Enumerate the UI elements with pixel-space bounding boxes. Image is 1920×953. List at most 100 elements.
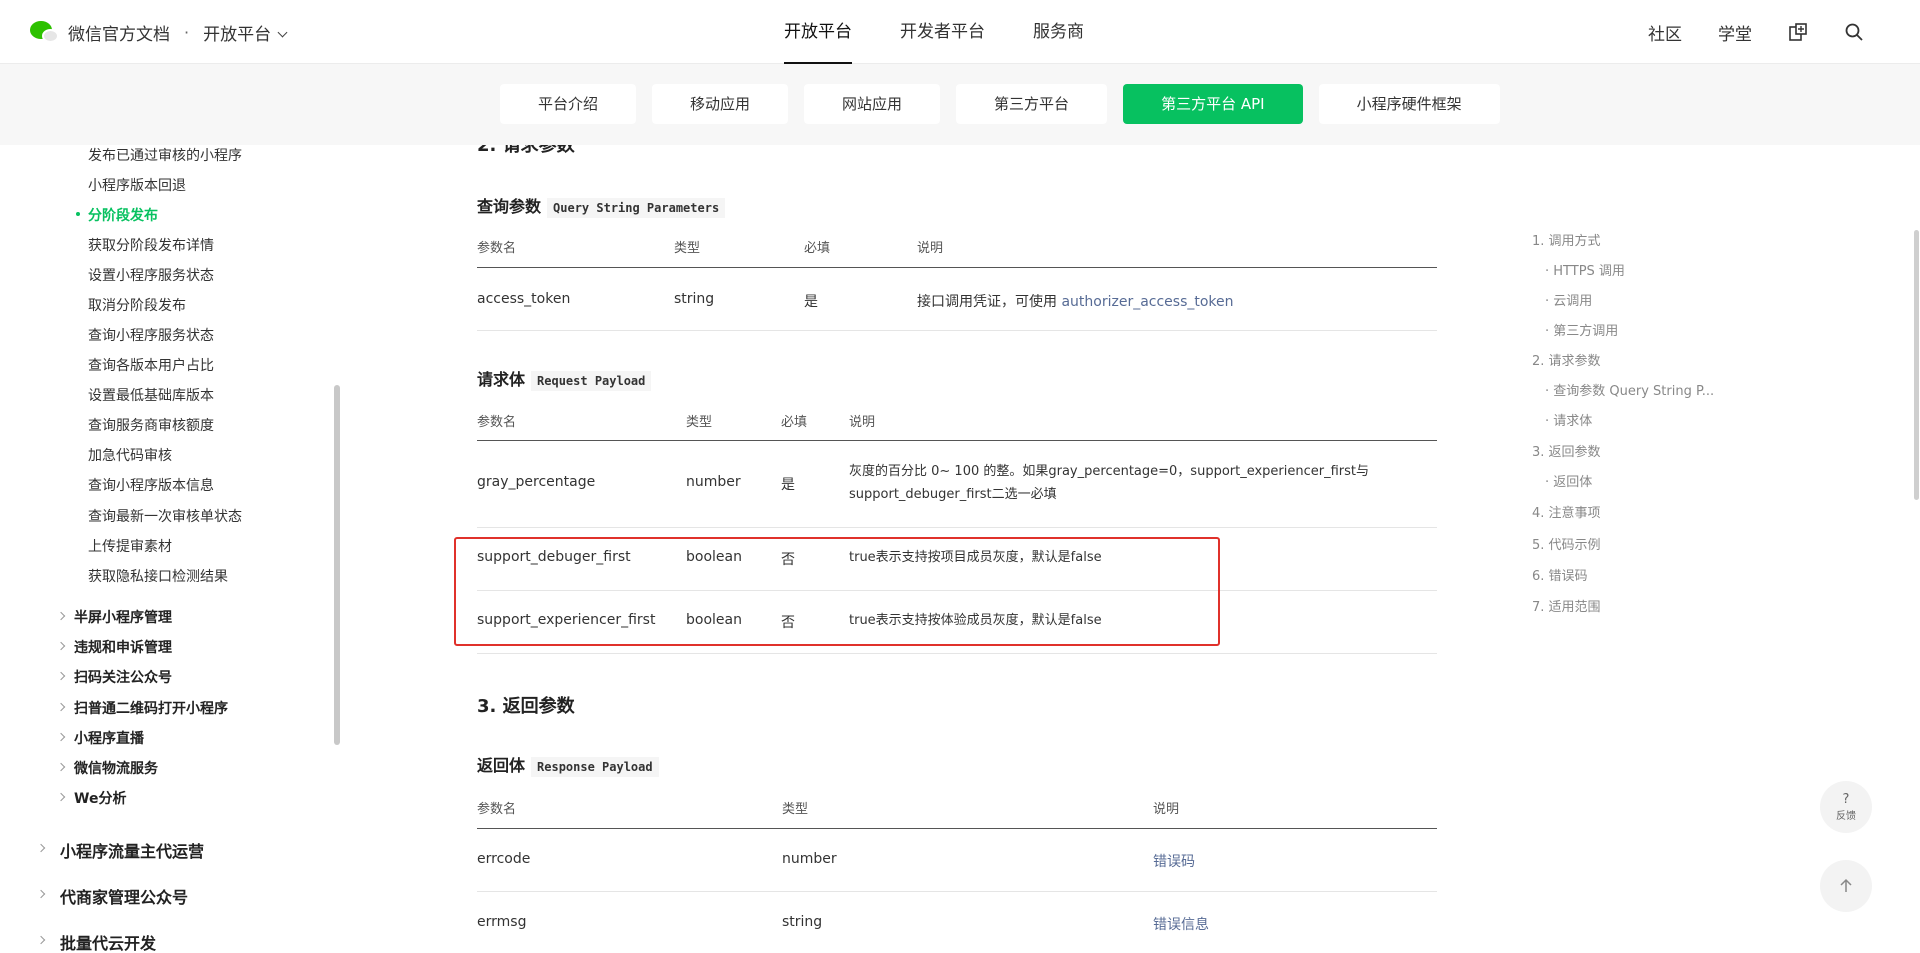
tab-hardware-framework[interactable]: 小程序硬件框架 (1318, 84, 1500, 124)
col-header: 参数名 (477, 241, 517, 256)
row-divider (477, 653, 1437, 654)
arrow-up-icon (1840, 878, 1852, 892)
chevron-right-icon (36, 843, 46, 853)
param-required: 是 (781, 477, 795, 493)
toc-item[interactable]: · 第三方调用 (1545, 320, 1618, 339)
row-divider (477, 527, 1437, 528)
query-params-title: 查询参数 Query String Parameters (477, 193, 726, 218)
academy-link[interactable]: 学堂 (1718, 20, 1752, 45)
chevron-right-icon (56, 671, 66, 681)
sidebar-item[interactable]: 查询小程序版本信息 (88, 475, 214, 495)
sidebar-item[interactable]: 查询小程序服务状态 (88, 325, 214, 345)
tab-website-app[interactable]: 网站应用 (804, 84, 941, 124)
chevron-right-icon (56, 762, 66, 772)
toc-item[interactable]: 6. 错误码 (1532, 565, 1588, 584)
param-desc-line2: support_debuger_first二选一必填 (849, 487, 1057, 502)
table-header-line (477, 828, 1437, 829)
feedback-button[interactable]: ? 反馈 (1820, 781, 1872, 833)
nav-developer-platform[interactable]: 开发者平台 (876, 0, 1009, 64)
param-name: gray_percentage (477, 474, 596, 490)
sidebar-section[interactable]: 批量代云开发 (36, 930, 156, 953)
back-to-top-button[interactable] (1820, 860, 1872, 912)
top-bar: 微信官方文档 · 开放平台 开放平台 开发者平台 服务商 社区 学堂 (0, 0, 1920, 64)
nav-open-platform[interactable]: 开放平台 (760, 0, 876, 64)
header-right: 社区 学堂 (1648, 0, 1864, 64)
col-header: 说明 (1153, 802, 1180, 817)
sidebar-scrollbar[interactable] (334, 385, 340, 745)
sidebar-item[interactable]: 发布已通过审核的小程序 (88, 145, 242, 165)
section-heading-return: 3. 返回参数 (477, 696, 575, 717)
sidebar-item[interactable]: 上传提审素材 (88, 536, 172, 556)
col-header: 说明 (849, 415, 876, 430)
tab-third-party-api[interactable]: 第三方平台 API (1123, 84, 1303, 124)
toc-item[interactable]: · 查询参数 Query String P... (1545, 380, 1714, 399)
toc-item[interactable]: 5. 代码示例 (1532, 534, 1601, 553)
response-body-title: 返回体 Response Payload (477, 752, 659, 777)
param-desc: 灰度的百分比 0~ 100 的整。如果gray_percentage=0，sup… (849, 464, 1370, 479)
col-header: 参数名 (477, 802, 517, 817)
sidebar-item[interactable]: 小程序版本回退 (88, 175, 186, 195)
sidebar-group[interactable]: 微信物流服务 (56, 758, 158, 778)
sidebar-item[interactable]: 加急代码审核 (88, 445, 172, 465)
sidebar-group[interactable]: 扫码关注公众号 (56, 667, 172, 687)
toc-item[interactable]: 4. 注意事项 (1532, 502, 1601, 521)
col-header: 类型 (782, 802, 809, 817)
param-name: errmsg (477, 914, 527, 930)
sidebar-group[interactable]: 扫普通二维码打开小程序 (56, 698, 228, 718)
sidebar-group[interactable]: 小程序直播 (56, 728, 144, 748)
col-header: 必填 (804, 241, 831, 256)
toc-item[interactable]: 3. 返回参数 (1532, 441, 1601, 460)
errmsg-link[interactable]: 错误信息 (1153, 914, 1209, 934)
sidebar-item[interactable]: 查询服务商审核额度 (88, 415, 214, 435)
sidebar-item[interactable]: 查询各版本用户占比 (88, 355, 214, 375)
col-header: 说明 (917, 241, 944, 256)
logo[interactable]: 微信官方文档 · 开放平台 (30, 20, 288, 45)
param-desc: 接口调用凭证，可使用 authorizer_access_token (917, 294, 1234, 310)
chevron-right-icon (36, 889, 46, 899)
platform-dropdown[interactable]: 开放平台 (203, 20, 288, 45)
sidebar-group[interactable]: We分析 (56, 788, 126, 808)
sub-nav: 平台介绍 移动应用 网站应用 第三方平台 第三方平台 API 小程序硬件框架 (0, 64, 1920, 145)
sidebar-item[interactable]: 设置小程序服务状态 (88, 265, 214, 285)
table-header-line (477, 267, 1437, 268)
sidebar-item[interactable]: 查询最新一次审核单状态 (88, 506, 242, 526)
page-scrollbar[interactable] (1914, 230, 1919, 500)
sidebar-section[interactable]: 小程序流量主代运营 (36, 838, 204, 862)
toc-item[interactable]: · 云调用 (1545, 290, 1592, 309)
sidebar-group[interactable]: 半屏小程序管理 (56, 607, 172, 627)
sidebar-item[interactable]: 设置最低基础库版本 (88, 385, 214, 405)
toc-item[interactable]: · 请求体 (1545, 410, 1592, 429)
sidebar-item[interactable]: 获取隐私接口检测结果 (88, 566, 228, 586)
errcode-link[interactable]: 错误码 (1153, 851, 1195, 871)
row-divider (477, 330, 1437, 331)
toc-item[interactable]: 1. 调用方式 (1532, 230, 1601, 249)
sidebar-item[interactable]: 获取分阶段发布详情 (88, 235, 214, 255)
sidebar-section[interactable]: 代商家管理公众号 (36, 884, 188, 908)
brand-title[interactable]: 微信官方文档 (68, 20, 170, 45)
param-name: errcode (477, 851, 531, 867)
chevron-right-icon (56, 702, 66, 712)
community-link[interactable]: 社区 (1648, 20, 1682, 45)
chevron-right-icon (56, 732, 66, 742)
doc-translate-icon[interactable] (1788, 22, 1808, 42)
toc-item[interactable]: 2. 请求参数 (1532, 350, 1601, 369)
tab-mobile-app[interactable]: 移动应用 (652, 84, 789, 124)
toc-item[interactable]: · 返回体 (1545, 471, 1592, 490)
param-name: access_token (477, 291, 571, 307)
toc-item[interactable]: · HTTPS 调用 (1545, 260, 1625, 279)
question-icon: ? (1842, 791, 1850, 807)
search-icon[interactable] (1844, 22, 1864, 42)
sidebar-group[interactable]: 违规和申诉管理 (56, 637, 172, 657)
tab-platform-intro[interactable]: 平台介绍 (500, 84, 637, 124)
col-header: 类型 (686, 415, 713, 430)
col-header: 参数名 (477, 415, 517, 430)
nav-service-provider[interactable]: 服务商 (1009, 0, 1108, 64)
sidebar-item-active[interactable]: 分阶段发布 (76, 205, 158, 225)
toc-item[interactable]: 7. 适用范围 (1532, 596, 1601, 615)
access-token-link[interactable]: authorizer_access_token (1061, 294, 1233, 310)
chevron-right-icon (56, 792, 66, 802)
sidebar-item[interactable]: 取消分阶段发布 (88, 295, 186, 315)
chevron-right-icon (56, 611, 66, 621)
param-type: string (782, 914, 823, 930)
tab-third-party[interactable]: 第三方平台 (956, 84, 1108, 124)
